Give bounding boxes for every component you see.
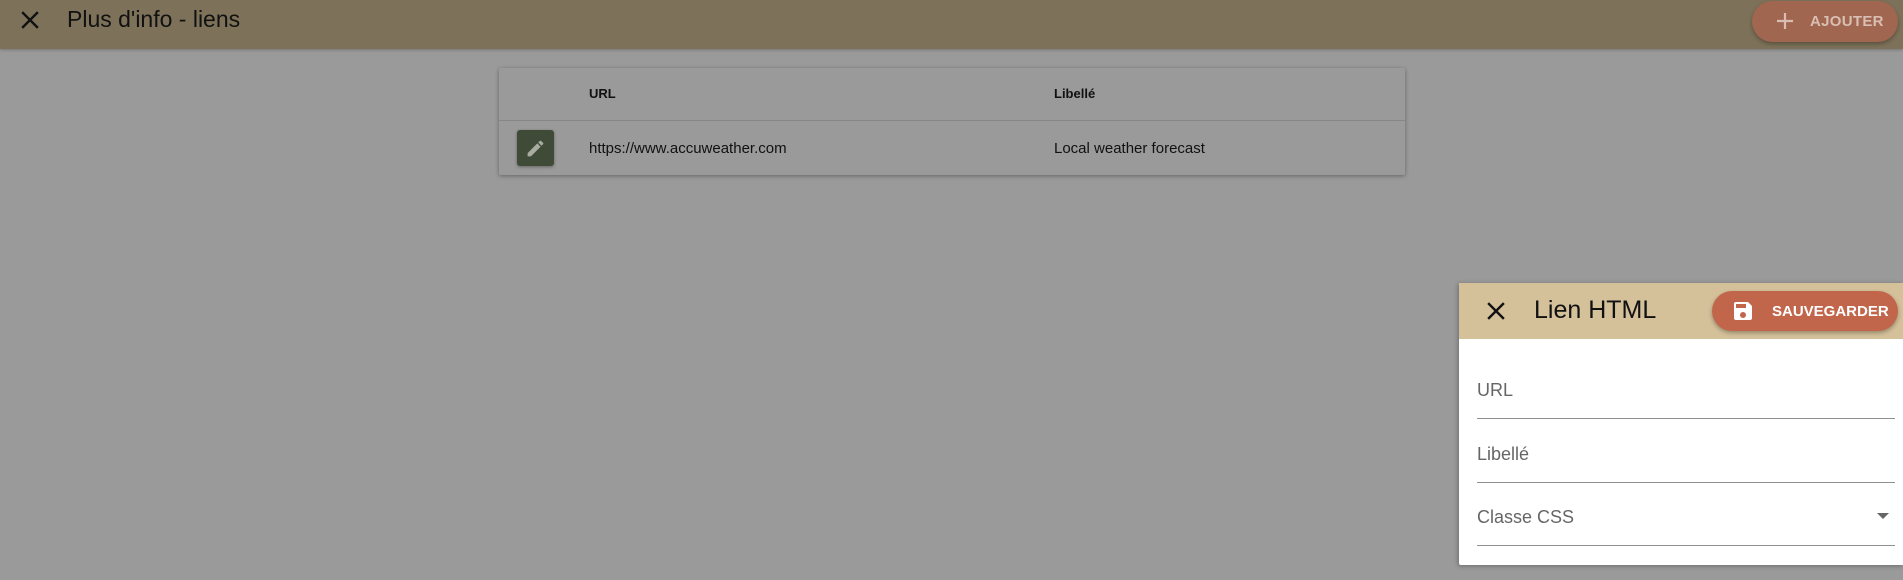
- panel-header: Lien HTML SAUVEGARDER: [1459, 283, 1903, 339]
- css-class-select[interactable]: Classe CSS: [1477, 484, 1895, 546]
- column-header-label: Libellé: [1054, 86, 1096, 101]
- app-header: Plus d'info - liens AJOUTER: [0, 0, 1903, 49]
- dropdown-arrow-icon[interactable]: [1877, 513, 1889, 519]
- css-class-placeholder: Classe CSS: [1477, 507, 1575, 527]
- pencil-icon: [527, 140, 544, 157]
- add-button[interactable]: AJOUTER: [1752, 1, 1898, 42]
- add-button-label: AJOUTER: [1810, 13, 1884, 30]
- page-title: Plus d'info - liens: [67, 6, 241, 32]
- save-button-label: SAUVEGARDER: [1772, 303, 1889, 320]
- row-label: Local weather forecast: [1054, 140, 1205, 157]
- row-url: https://www.accuweather.com: [589, 140, 787, 157]
- table-header: URL Libellé: [499, 68, 1405, 121]
- edit-button[interactable]: [517, 130, 554, 166]
- column-header-url: URL: [589, 86, 616, 101]
- save-button[interactable]: SAUVEGARDER: [1712, 291, 1898, 331]
- close-icon[interactable]: [1484, 299, 1508, 323]
- panel-title: Lien HTML: [1534, 296, 1657, 324]
- table-row: https://www.accuweather.com Local weathe…: [499, 121, 1405, 175]
- floppy-disk-icon: [1731, 299, 1755, 323]
- url-field-placeholder: URL: [1477, 380, 1514, 400]
- url-field[interactable]: URL: [1477, 357, 1895, 419]
- link-edit-panel: Lien HTML SAUVEGARDER URL Libellé Classe…: [1459, 283, 1903, 565]
- plus-icon: [1774, 10, 1796, 32]
- links-table: URL Libellé https://www.accuweather.com …: [499, 68, 1405, 175]
- close-icon[interactable]: [18, 8, 42, 32]
- label-field[interactable]: Libellé: [1477, 421, 1895, 483]
- label-field-placeholder: Libellé: [1477, 444, 1530, 464]
